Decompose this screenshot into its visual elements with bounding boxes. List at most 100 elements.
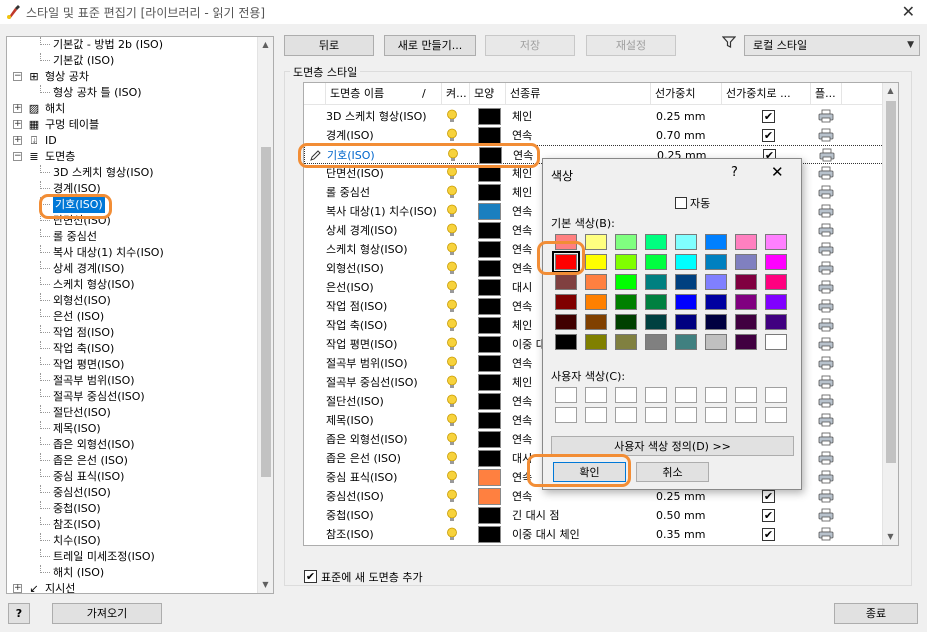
printer-icon[interactable] [818, 109, 834, 126]
table-row[interactable]: 3D 스케치 형상(ISO) 체인 0.25 mm ✔ [304, 107, 884, 126]
style-tree[interactable]: 기본값 - 방법 2b (ISO) 기본값 (ISO) − ⊞ 형상 공차 형상 공차 틀… [6, 36, 274, 594]
basic-color-swatch[interactable] [675, 314, 697, 330]
printer-icon[interactable] [818, 261, 834, 278]
color-swatch[interactable] [478, 279, 501, 296]
basic-color-swatch[interactable] [585, 274, 607, 290]
basic-color-swatch[interactable] [645, 334, 667, 350]
lineweight-value[interactable]: 0.25 mm [656, 107, 705, 126]
lightbulb-icon[interactable] [446, 128, 458, 146]
tree-item[interactable]: − ⊞ 형상 공차 [7, 69, 255, 85]
color-swatch[interactable] [479, 147, 502, 164]
color-swatch[interactable] [478, 165, 501, 182]
grid-scroll-thumb[interactable] [886, 101, 896, 463]
layer-name[interactable]: 단면선(ISO) [326, 164, 438, 183]
lightbulb-icon[interactable] [446, 185, 458, 203]
lightbulb-icon[interactable] [446, 527, 458, 545]
printer-icon[interactable] [818, 299, 834, 316]
layer-name[interactable]: 3D 스케치 형상(ISO) [326, 107, 438, 126]
lightbulb-icon[interactable] [446, 451, 458, 469]
printer-icon[interactable] [818, 242, 834, 259]
color-swatch[interactable] [478, 317, 501, 334]
lineweight-value[interactable]: 0.35 mm [656, 525, 705, 544]
layer-name[interactable]: 작업 축(ISO) [326, 316, 438, 335]
layer-name[interactable]: 중심 표식(ISO) [326, 468, 438, 487]
printer-icon[interactable] [818, 375, 834, 392]
layer-name[interactable]: 좁은 은선 (ISO) [326, 449, 438, 468]
basic-color-swatch[interactable] [615, 314, 637, 330]
dialog-close-button[interactable]: ✕ [771, 163, 784, 181]
printer-icon[interactable] [818, 185, 834, 202]
color-swatch[interactable] [478, 507, 501, 524]
layer-name[interactable]: 절단선(ISO) [326, 392, 438, 411]
tree-item[interactable]: 은선 (ISO) [7, 309, 255, 325]
scroll-up-arrow-icon[interactable]: ▲ [258, 37, 273, 53]
tree-item[interactable]: − ≣ 도면층 [7, 149, 255, 165]
tree-item[interactable]: 중첩(ISO) [7, 501, 255, 517]
basic-color-swatch[interactable] [645, 314, 667, 330]
import-button[interactable]: 가져오기 [52, 603, 162, 624]
tree-item[interactable]: 작업 평면(ISO) [7, 357, 255, 373]
printer-icon[interactable] [818, 318, 834, 335]
basic-color-swatch[interactable] [645, 254, 667, 270]
tree-item[interactable]: 트레일 미세조정(ISO) [7, 549, 255, 565]
expand-icon[interactable]: + [13, 584, 22, 593]
tree-item[interactable]: 형상 공차 틀 (ISO) [7, 85, 255, 101]
color-swatch[interactable] [478, 108, 501, 125]
header-on[interactable]: 켜... [442, 83, 470, 105]
basic-color-swatch[interactable] [585, 294, 607, 310]
printer-icon[interactable] [818, 356, 834, 373]
table-row[interactable]: 중첩(ISO) 긴 대시 점 0.50 mm ✔ [304, 506, 884, 525]
basic-color-swatch[interactable] [765, 294, 787, 310]
lightbulb-icon[interactable] [446, 242, 458, 260]
scroll-down-arrow-icon[interactable]: ▼ [883, 529, 898, 545]
layer-name[interactable]: 참조(ISO) [326, 525, 438, 544]
color-swatch[interactable] [478, 355, 501, 372]
expand-icon[interactable]: + [13, 104, 22, 113]
color-swatch[interactable] [478, 260, 501, 277]
tree-item[interactable]: + ⍗ ID [7, 133, 255, 149]
custom-color-swatch[interactable] [555, 407, 577, 423]
basic-color-swatch[interactable] [585, 314, 607, 330]
color-swatch[interactable] [478, 526, 501, 543]
basic-color-swatch[interactable] [675, 274, 697, 290]
printer-icon[interactable] [818, 527, 834, 544]
tree-item[interactable]: 절곡부 중심선(ISO) [7, 389, 255, 405]
printer-icon[interactable] [818, 489, 834, 506]
color-swatch[interactable] [478, 203, 501, 220]
layer-name[interactable]: 스케치 형상(ISO) [326, 240, 438, 259]
lightbulb-icon[interactable] [446, 394, 458, 412]
linetype-value[interactable]: 체인 [512, 107, 647, 126]
tree-item[interactable]: 해치 (ISO) [7, 565, 255, 581]
lightbulb-icon[interactable] [446, 204, 458, 222]
linetype-value[interactable]: 이중 대시 체인 [512, 525, 647, 544]
custom-color-swatch[interactable] [675, 407, 697, 423]
header-lineweight[interactable]: 선가중치 [651, 83, 722, 105]
tree-item[interactable]: 제목(ISO) [7, 421, 255, 437]
window-close-button[interactable]: ✕ [902, 2, 915, 21]
basic-color-swatch[interactable] [585, 254, 607, 270]
header-scale-by-lineweight[interactable]: 선가중치로 ... [722, 83, 811, 105]
layer-name[interactable]: 은선(ISO) [326, 278, 438, 297]
lightbulb-icon[interactable] [446, 280, 458, 298]
layer-name[interactable]: 제목(ISO) [326, 411, 438, 430]
lightbulb-icon[interactable] [446, 508, 458, 526]
custom-color-swatch[interactable] [735, 407, 757, 423]
tree-item[interactable]: 상세 경계(ISO) [7, 261, 255, 277]
layer-name[interactable]: 중심선(ISO) [326, 487, 438, 506]
tree-item[interactable]: 절단선(ISO) [7, 405, 255, 421]
lightbulb-icon[interactable] [446, 109, 458, 127]
basic-color-swatch[interactable] [705, 234, 727, 250]
custom-color-swatch[interactable] [705, 387, 727, 403]
tree-item[interactable]: + ↙ 지시선 [7, 581, 255, 593]
color-swatch[interactable] [478, 488, 501, 505]
color-swatch[interactable] [478, 469, 501, 486]
printer-icon[interactable] [818, 451, 834, 468]
grid-scrollbar[interactable]: ▲ ▼ [882, 83, 898, 545]
tree-item[interactable]: + ▦ 구멍 테이블 [7, 117, 255, 133]
tree-item[interactable]: 외형선(ISO) [7, 293, 255, 309]
lightbulb-icon[interactable] [446, 318, 458, 336]
scroll-down-arrow-icon[interactable]: ▼ [258, 577, 273, 593]
printer-icon[interactable] [818, 508, 834, 525]
basic-color-swatch[interactable] [615, 294, 637, 310]
header-appearance[interactable]: 모양 [470, 83, 506, 105]
